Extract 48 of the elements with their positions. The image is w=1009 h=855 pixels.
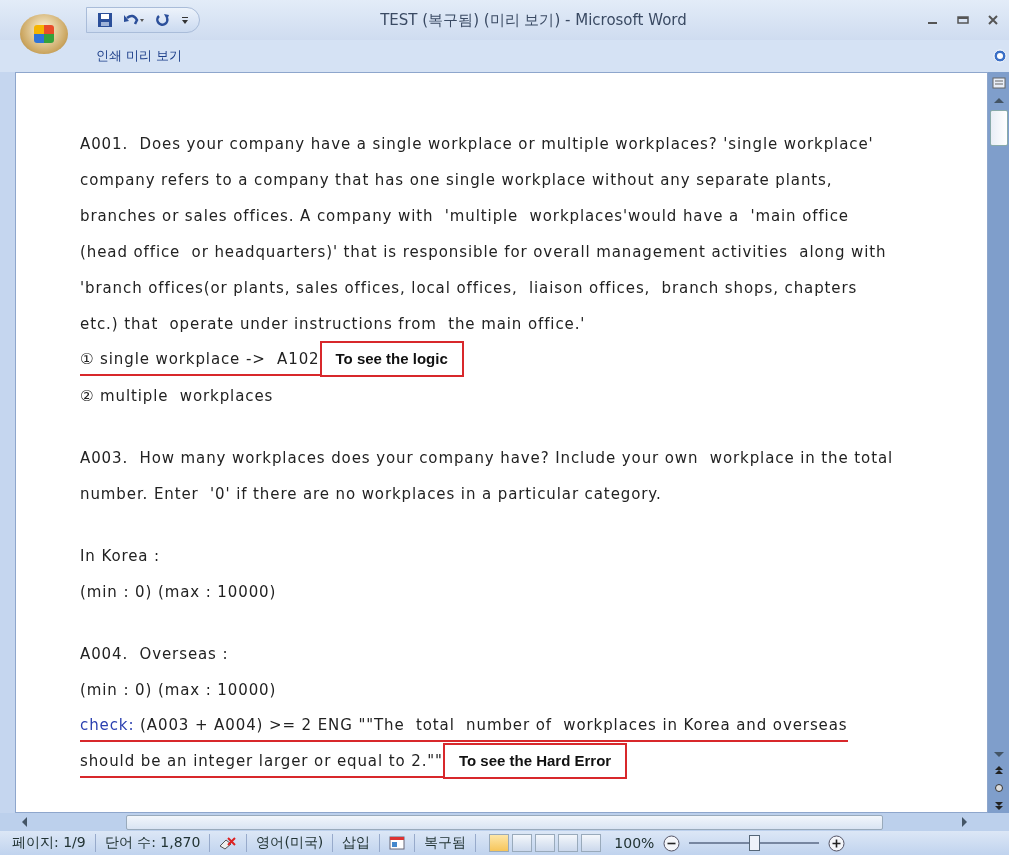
scroll-left-icon[interactable] [20, 816, 28, 828]
recovered-indicator[interactable]: 복구됨 [424, 834, 467, 852]
office-button[interactable] [20, 14, 68, 54]
browse-object-icon[interactable] [993, 783, 1004, 793]
document-text-line: company refers to a company that has one single workplace without any separate plants, [80, 170, 833, 191]
scroll-up-icon[interactable] [992, 96, 1005, 104]
redo-icon[interactable] [155, 12, 171, 28]
vertical-scrollbar[interactable] [988, 72, 1009, 813]
close-icon[interactable] [987, 14, 999, 26]
ruler-icon[interactable] [991, 76, 1006, 90]
zoom-out-icon[interactable] [663, 834, 681, 852]
insert-mode[interactable]: 삽입 [342, 834, 371, 852]
annotation-box: To see the logic [319, 341, 464, 377]
word-count[interactable]: 단어 수: 1,870 [104, 834, 201, 852]
document-text-line: A001. Does your company have a single workplace or multiple workplaces? 'single workplace' [80, 134, 874, 155]
document-text-line: In Korea : [80, 546, 161, 567]
document-text-line: (min : 0) (max : 10000) [80, 680, 277, 701]
save-icon[interactable] [97, 12, 113, 28]
document-text-line: 'branch offices(or plants, sales offices, local offices, liaison offices, branch shops, chapters [80, 278, 858, 299]
language-indicator[interactable]: 영어(미국) [256, 834, 324, 852]
help-icon[interactable] [993, 49, 1007, 63]
document-text-line: A003. How many workplaces does your company have? Include your own workplace in the total [80, 448, 894, 469]
horizontal-scrollbar[interactable] [0, 813, 1009, 831]
document-text-line: ② multiple workplaces [80, 386, 274, 407]
scroll-thumb[interactable] [126, 814, 883, 830]
document-text-line: (min : 0) (max : 10000) [80, 582, 277, 603]
page-indicator[interactable]: 페이지: 1/9 [12, 834, 86, 852]
macro-icon[interactable] [389, 836, 406, 850]
proofing-icon[interactable] [219, 836, 238, 850]
annotation-box: To see the Hard Error [442, 743, 628, 779]
scroll-thumb[interactable] [989, 110, 1008, 146]
window-title: TEST (복구됨) (미리 보기) - Microsoft Word [379, 10, 688, 30]
zoom-in-icon[interactable] [828, 834, 846, 852]
document-text-line: etc.) that operate under instructions from the main office.' [80, 314, 586, 335]
previous-page-icon[interactable] [993, 765, 1004, 775]
next-page-icon[interactable] [993, 801, 1004, 811]
document-text-line: branches or sales offices. A company with 'multiple workplaces'would have a 'main office [80, 206, 849, 227]
document-text-line: ① single workplace -> A102 [80, 342, 320, 376]
document-text-line: number. Enter '0' if there are no workplaces in a particular category. [80, 484, 662, 505]
customize-icon[interactable] [181, 14, 189, 26]
scroll-down-icon[interactable] [992, 751, 1005, 759]
document-text-line: should be an integer larger or equal to 2."" [80, 744, 443, 778]
scroll-right-icon[interactable] [961, 816, 969, 828]
document-text-line: (head office or headquarters)' that is responsible for overall management activities along with [80, 242, 887, 263]
document-text-line: A004. Overseas : [80, 644, 229, 665]
ribbon-tab[interactable]: 인쇄 미리 보기 [96, 44, 183, 68]
zoom-level[interactable]: 100% [614, 835, 655, 851]
maximize-icon[interactable] [957, 14, 969, 26]
